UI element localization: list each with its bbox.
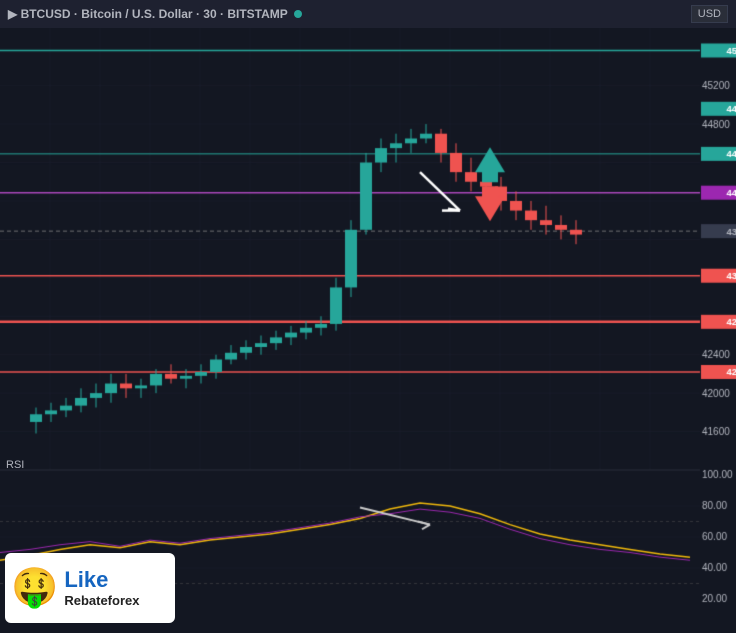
rsi-label: RSI <box>6 459 24 471</box>
chart-header: ▶ BTCUSD · Bitcoin / U.S. Dollar · 30 · … <box>0 0 736 28</box>
main-chart <box>0 0 736 633</box>
chart-symbol: ▶ BTCUSD · Bitcoin / U.S. Dollar · 30 · … <box>8 7 288 21</box>
rebate-label: Rebateforex <box>64 593 139 608</box>
currency-button[interactable]: USD <box>691 5 728 23</box>
watermark-emoji: 🤑 <box>11 566 58 610</box>
like-label: Like <box>64 568 139 592</box>
live-indicator <box>294 10 302 18</box>
watermark-text: Like Rebateforex <box>64 568 139 607</box>
watermark-logo: 🤑 Like Rebateforex <box>5 553 175 623</box>
